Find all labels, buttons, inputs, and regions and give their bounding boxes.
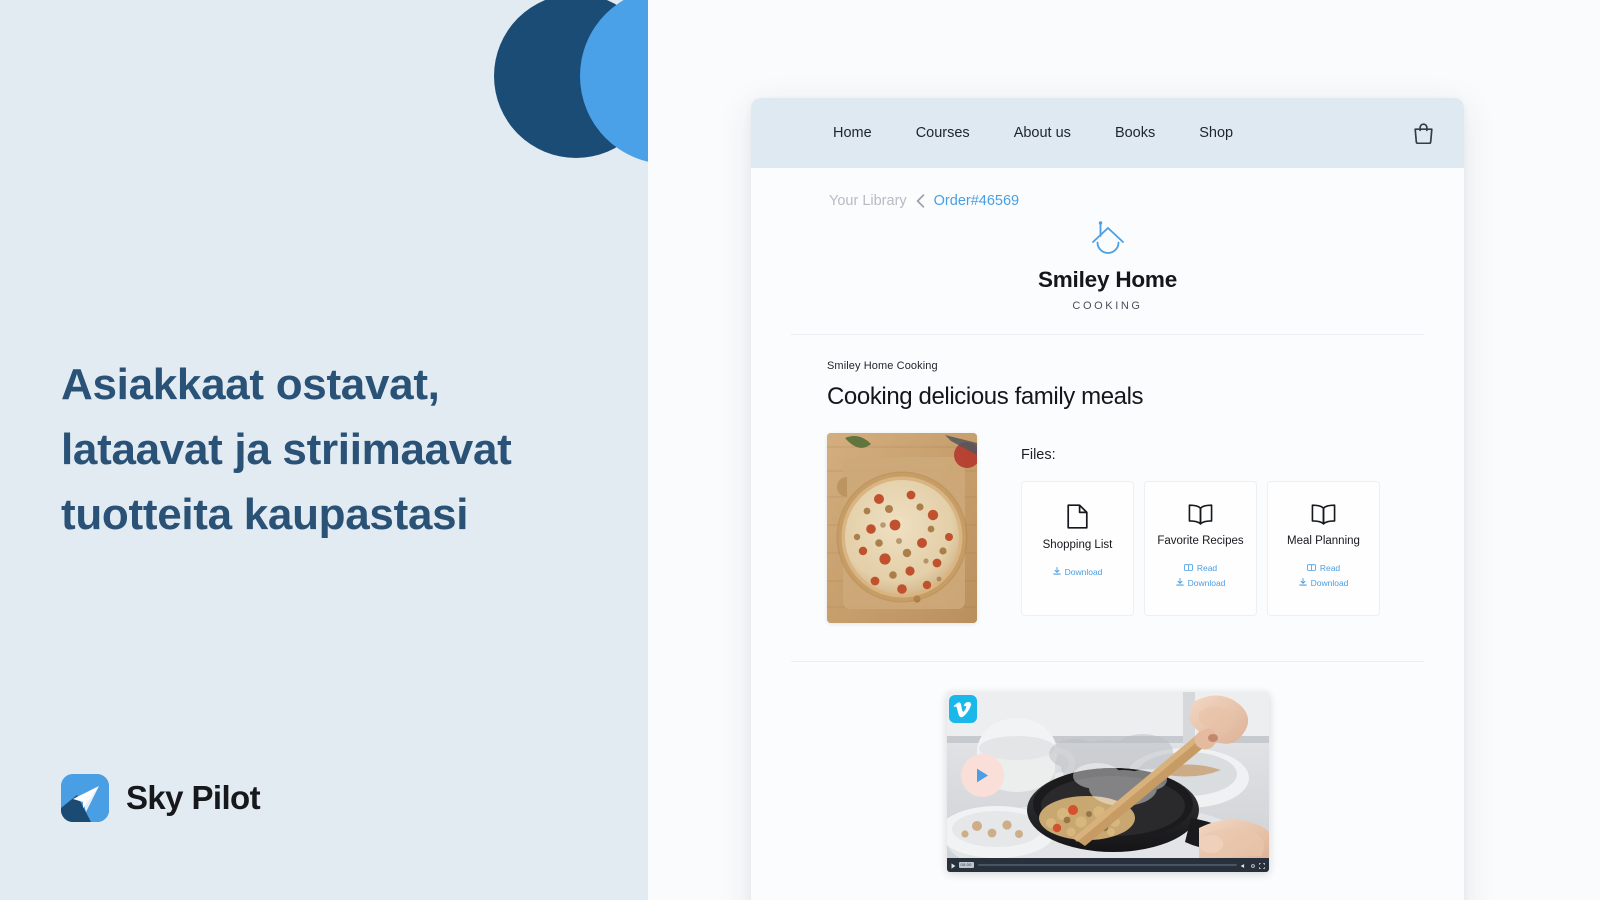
download-icon	[1298, 577, 1307, 588]
chevron-left-icon	[916, 194, 925, 208]
files-column: Files: Shopping List Download Favorite R…	[1021, 433, 1426, 616]
nav-links: Home Courses About us Books Shop	[833, 125, 1413, 141]
screenshot-root: Asiakkaat ostavat, lataavat ja striimaav…	[0, 0, 1600, 900]
book-icon	[1306, 563, 1316, 573]
product-block: Smiley Home Cooking Cooking delicious fa…	[789, 335, 1426, 623]
download-action[interactable]: Download	[1028, 566, 1127, 577]
nav-link-courses[interactable]: Courses	[894, 125, 992, 141]
video-controls-right[interactable]	[1241, 856, 1265, 872]
store-header: Smiley Home COOKING	[789, 209, 1426, 334]
document-icon	[1028, 504, 1127, 529]
file-card-list: Shopping List Download Favorite Recipes …	[1021, 481, 1426, 616]
read-action[interactable]: Read	[1274, 563, 1373, 573]
product-thumbnail	[827, 433, 977, 623]
product-title: Cooking delicious family meals	[827, 383, 1144, 410]
promo-panel: Asiakkaat ostavat, lataavat ja striimaav…	[0, 0, 648, 900]
open-book-icon	[1274, 504, 1373, 525]
settings-icon[interactable]	[1250, 856, 1256, 872]
product-eyebrow: Smiley Home Cooking	[827, 360, 938, 372]
video-control-bar[interactable]: 00:00	[946, 856, 1269, 872]
sky-pilot-logo-icon	[61, 774, 109, 822]
file-card-shopping-list[interactable]: Shopping List Download	[1021, 481, 1134, 616]
product-row: Files: Shopping List Download Favorite R…	[827, 433, 1426, 623]
file-actions: Read Download	[1151, 563, 1250, 588]
download-icon	[1052, 566, 1061, 577]
breadcrumb-current[interactable]: Order#46569	[934, 193, 1019, 209]
download-icon	[1175, 577, 1184, 588]
file-name: Shopping List	[1042, 539, 1113, 551]
file-actions: Read Download	[1274, 563, 1373, 588]
video-progress-bar[interactable]	[977, 864, 1237, 866]
video-timestamp: 00:00	[958, 862, 974, 868]
book-icon	[1183, 563, 1193, 573]
play-button[interactable]	[960, 754, 1004, 797]
download-label: Download	[1064, 566, 1103, 577]
video-play-icon[interactable]	[951, 856, 956, 872]
breadcrumb-parent[interactable]: Your Library	[829, 193, 907, 209]
download-label: Download	[1187, 577, 1226, 588]
file-actions: Download	[1028, 566, 1127, 577]
download-action[interactable]: Download	[1151, 577, 1250, 588]
download-label: Download	[1310, 577, 1349, 588]
smiley-house-logo-icon	[789, 221, 1426, 261]
nav-link-books[interactable]: Books	[1093, 125, 1177, 141]
nav-link-about-us[interactable]: About us	[992, 125, 1093, 141]
download-action[interactable]: Download	[1274, 577, 1373, 588]
sky-pilot-brand-name: Sky Pilot	[126, 779, 261, 816]
nav-link-shop[interactable]: Shop	[1177, 125, 1255, 141]
video-player[interactable]: 00:00	[946, 692, 1269, 872]
fullscreen-icon[interactable]	[1258, 856, 1265, 872]
read-label: Read	[1319, 562, 1341, 573]
sky-pilot-brand-lockup: Sky Pilot	[61, 774, 261, 822]
file-card-favorite-recipes[interactable]: Favorite Recipes Read Download	[1144, 481, 1257, 616]
read-action[interactable]: Read	[1151, 563, 1250, 573]
file-name: Meal Planning	[1287, 535, 1360, 547]
site-navigation: Home Courses About us Books Shop	[751, 98, 1464, 168]
app-preview-area: Home Courses About us Books Shop Your Li…	[648, 0, 1600, 900]
nav-link-home[interactable]: Home	[833, 125, 894, 141]
promo-headline: Asiakkaat ostavat, lataavat ja striimaav…	[61, 360, 512, 540]
video-controls-left[interactable]: 00:00	[951, 856, 974, 872]
file-card-meal-planning[interactable]: Meal Planning Read Download	[1267, 481, 1380, 616]
storefront-card: Home Courses About us Books Shop Your Li…	[751, 98, 1464, 900]
storefront-body: Your Library Order#46569 Smiley Home COO…	[751, 168, 1464, 872]
breadcrumb: Your Library Order#46569	[789, 168, 1426, 209]
video-block: 00:00	[789, 662, 1426, 872]
vimeo-icon[interactable]	[948, 695, 977, 723]
store-tagline: COOKING	[1072, 300, 1143, 312]
read-label: Read	[1196, 562, 1218, 573]
open-book-icon	[1151, 504, 1250, 525]
files-label: Files:	[1021, 447, 1056, 463]
shopping-bag-icon[interactable]	[1413, 122, 1434, 144]
store-name: Smiley Home	[1037, 267, 1178, 292]
file-name: Favorite Recipes	[1157, 535, 1244, 547]
volume-icon[interactable]	[1241, 856, 1247, 872]
